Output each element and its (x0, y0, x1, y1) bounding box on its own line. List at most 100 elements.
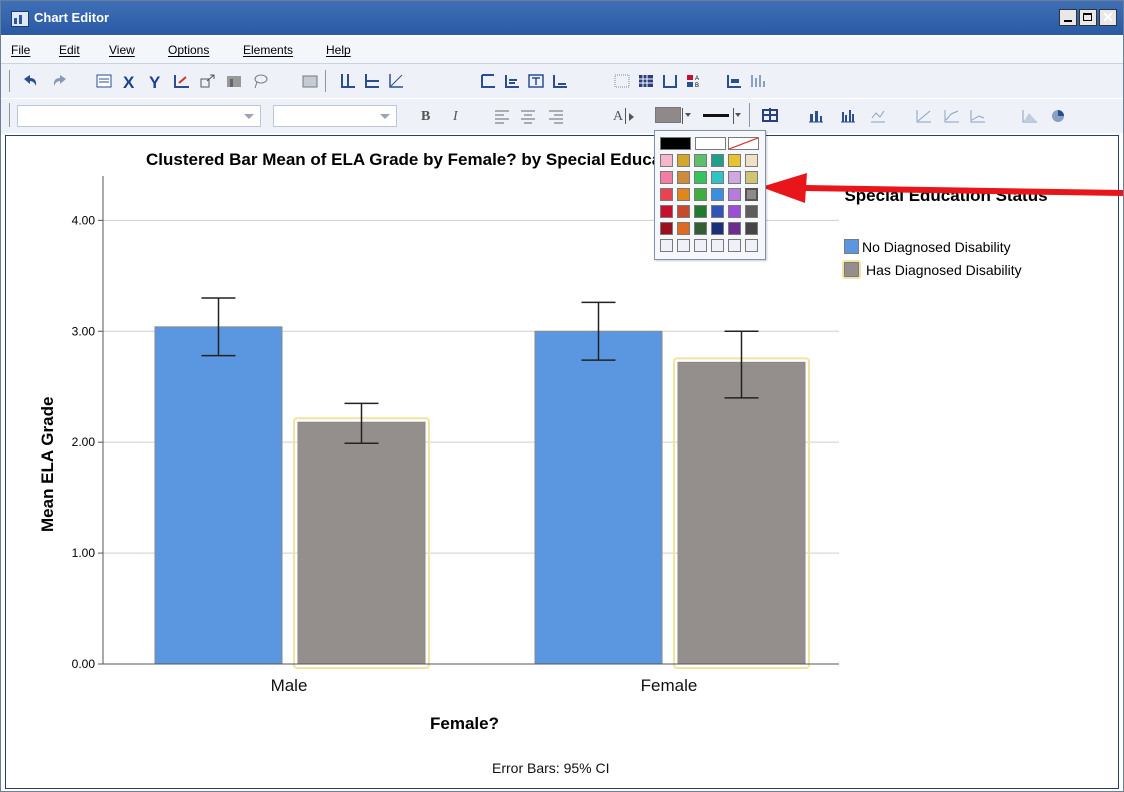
close-button[interactable]: ✕ (1099, 9, 1117, 26)
color-swatch[interactable] (711, 205, 724, 218)
error-bars-icon[interactable] (661, 73, 679, 89)
menu-file[interactable]: File (11, 43, 30, 57)
color-swatch[interactable] (694, 171, 707, 184)
no-color-swatch[interactable] (728, 137, 759, 150)
menu-elements[interactable]: Elements (243, 43, 293, 57)
y-axis-icon[interactable]: Y (147, 73, 165, 89)
annotation-icon[interactable] (503, 73, 521, 89)
title-icon[interactable] (479, 73, 497, 89)
bar-has-disability-male[interactable] (297, 421, 426, 665)
menu-view[interactable]: View (109, 43, 135, 57)
color-swatch[interactable] (728, 239, 741, 252)
color-swatch[interactable] (745, 239, 758, 252)
scale-icon[interactable] (173, 73, 191, 89)
title-bar[interactable]: Chart Editor ✕ (1, 1, 1123, 35)
align-right-icon[interactable] (547, 108, 565, 124)
color-swatch[interactable] (677, 205, 690, 218)
legend-icon[interactable]: AB (685, 73, 703, 89)
pie-chart-icon[interactable] (1049, 108, 1067, 124)
color-swatch[interactable] (728, 205, 741, 218)
italic-button[interactable]: I (453, 109, 458, 125)
color-swatch[interactable] (694, 188, 707, 201)
color-swatch[interactable] (694, 154, 707, 167)
rescale-icon[interactable] (199, 73, 217, 89)
bar-chart-icon[interactable] (807, 108, 825, 124)
legend-swatch-no-disability[interactable] (844, 239, 859, 254)
color-swatch[interactable] (660, 222, 673, 235)
selected-color-swatch[interactable] (745, 188, 758, 201)
clustered-bar-chart[interactable]: 0.00 1.00 2.00 3.00 4.00 Male Female (6, 136, 1118, 788)
line-style-button[interactable] (703, 114, 729, 117)
color-swatch[interactable] (660, 239, 673, 252)
bold-button[interactable]: B (421, 109, 430, 125)
color-swatch[interactable] (711, 171, 724, 184)
reference-line-x-icon[interactable] (363, 73, 381, 89)
text-box-icon[interactable] (527, 73, 545, 89)
color-swatch[interactable] (711, 188, 724, 201)
drop-line-icon[interactable] (969, 108, 987, 124)
minimize-button[interactable] (1059, 9, 1077, 26)
area-shape-icon[interactable] (1021, 108, 1039, 124)
color-swatch[interactable] (660, 171, 673, 184)
color-swatch[interactable] (728, 222, 741, 235)
chart-canvas[interactable]: 0.00 1.00 2.00 3.00 4.00 Male Female Clustered… (5, 135, 1119, 789)
color-swatch[interactable] (677, 171, 690, 184)
color-swatch[interactable] (694, 222, 707, 235)
show-grid-icon[interactable] (637, 73, 655, 89)
color-swatch[interactable] (745, 171, 758, 184)
color-swatch[interactable] (695, 137, 726, 150)
grid-lines-icon[interactable] (613, 73, 631, 89)
color-swatch[interactable] (745, 205, 758, 218)
color-swatch[interactable] (660, 154, 673, 167)
color-swatch[interactable] (745, 222, 758, 235)
menu-edit[interactable]: Edit (59, 43, 80, 57)
reference-line-y-icon[interactable] (339, 73, 357, 89)
maximize-button[interactable] (1079, 9, 1097, 26)
properties-icon[interactable] (95, 73, 113, 89)
footnote-icon[interactable] (551, 73, 569, 89)
chart-size-icon[interactable] (761, 107, 779, 123)
font-family-select[interactable] (17, 105, 261, 127)
align-center-icon[interactable] (519, 108, 537, 124)
clustered-bar-icon[interactable] (839, 108, 857, 124)
menu-help[interactable]: Help (326, 43, 351, 57)
color-swatch[interactable] (660, 205, 673, 218)
fit-line-icon[interactable] (387, 73, 405, 89)
color-swatch[interactable] (677, 154, 690, 167)
x-axis-icon[interactable]: X (121, 73, 139, 89)
color-swatch[interactable] (711, 222, 724, 235)
show-data-icon[interactable] (749, 73, 767, 89)
font-size-select[interactable] (273, 105, 397, 127)
chart-title[interactable]: Clustered Bar Mean of ELA Grade by Femal… (146, 150, 1046, 170)
lasso-icon[interactable] (251, 73, 269, 89)
redo-icon[interactable] (51, 73, 69, 89)
undo-icon[interactable] (21, 73, 39, 89)
legend-swatch-has-disability[interactable] (842, 260, 861, 279)
color-swatch[interactable] (660, 137, 691, 150)
data-labels-icon[interactable] (301, 73, 319, 89)
line-chart-icon[interactable] (869, 108, 887, 124)
menu-options[interactable]: Options (168, 43, 209, 57)
color-swatch[interactable] (728, 171, 741, 184)
bar-no-disability-male[interactable] (154, 326, 283, 665)
legend-item-no-disability[interactable]: No Diagnosed Disability (862, 239, 1011, 255)
align-left-icon[interactable] (493, 108, 511, 124)
color-swatch[interactable] (660, 188, 673, 201)
color-swatch[interactable] (694, 239, 707, 252)
color-swatch[interactable] (694, 205, 707, 218)
footnote-text[interactable]: Error Bars: 95% CI (492, 760, 609, 776)
bar-label-icon[interactable] (725, 73, 743, 89)
bar-no-disability-female[interactable] (534, 330, 663, 665)
color-swatch[interactable] (711, 154, 724, 167)
color-swatch[interactable] (728, 188, 741, 201)
scatter-chart-icon[interactable] (943, 108, 961, 124)
fill-color-button[interactable] (655, 107, 681, 123)
area-chart-icon[interactable] (915, 108, 933, 124)
color-swatch[interactable] (711, 239, 724, 252)
color-swatch[interactable] (745, 154, 758, 167)
x-axis-title[interactable]: Female? (430, 714, 499, 734)
legend-item-has-disability[interactable]: Has Diagnosed Disability (866, 262, 1022, 278)
text-color-button[interactable]: A (613, 109, 623, 125)
bar-has-disability-female[interactable] (677, 361, 806, 665)
fill-color-palette[interactable] (654, 130, 766, 260)
